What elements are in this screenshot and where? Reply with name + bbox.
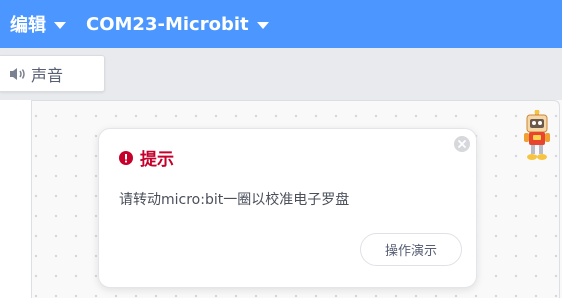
tab-sound-label: 声音 <box>31 65 64 85</box>
dialog-title: 提示 <box>140 150 174 170</box>
tab-sound[interactable]: 声音 <box>0 55 105 92</box>
device-menu-label: COM23-Microbit <box>86 13 249 35</box>
close-icon <box>458 140 466 148</box>
calibration-dialog: 提示 请转动micro:bit一圈以校准电子罗盘 操作演示 <box>98 128 477 288</box>
edit-menu-label: 编辑 <box>10 15 46 36</box>
menu-bar: 编辑 COM23-Microbit <box>0 0 562 48</box>
alert-circle-icon <box>119 150 133 165</box>
edit-menu[interactable]: 编辑 <box>10 0 66 48</box>
close-button[interactable] <box>454 136 470 152</box>
block-palette-edge <box>0 100 32 298</box>
robot-mascot-icon <box>524 110 550 160</box>
device-menu[interactable]: COM23-Microbit <box>86 0 269 48</box>
dialog-header: 提示 <box>119 145 174 170</box>
speaker-icon <box>10 67 25 80</box>
demo-button[interactable]: 操作演示 <box>360 233 462 266</box>
chevron-down-icon <box>256 22 269 29</box>
category-toolbar: 声音 <box>0 48 562 100</box>
dialog-message: 请转动micro:bit一圈以校准电子罗盘 <box>119 192 350 208</box>
chevron-down-icon <box>54 22 66 29</box>
